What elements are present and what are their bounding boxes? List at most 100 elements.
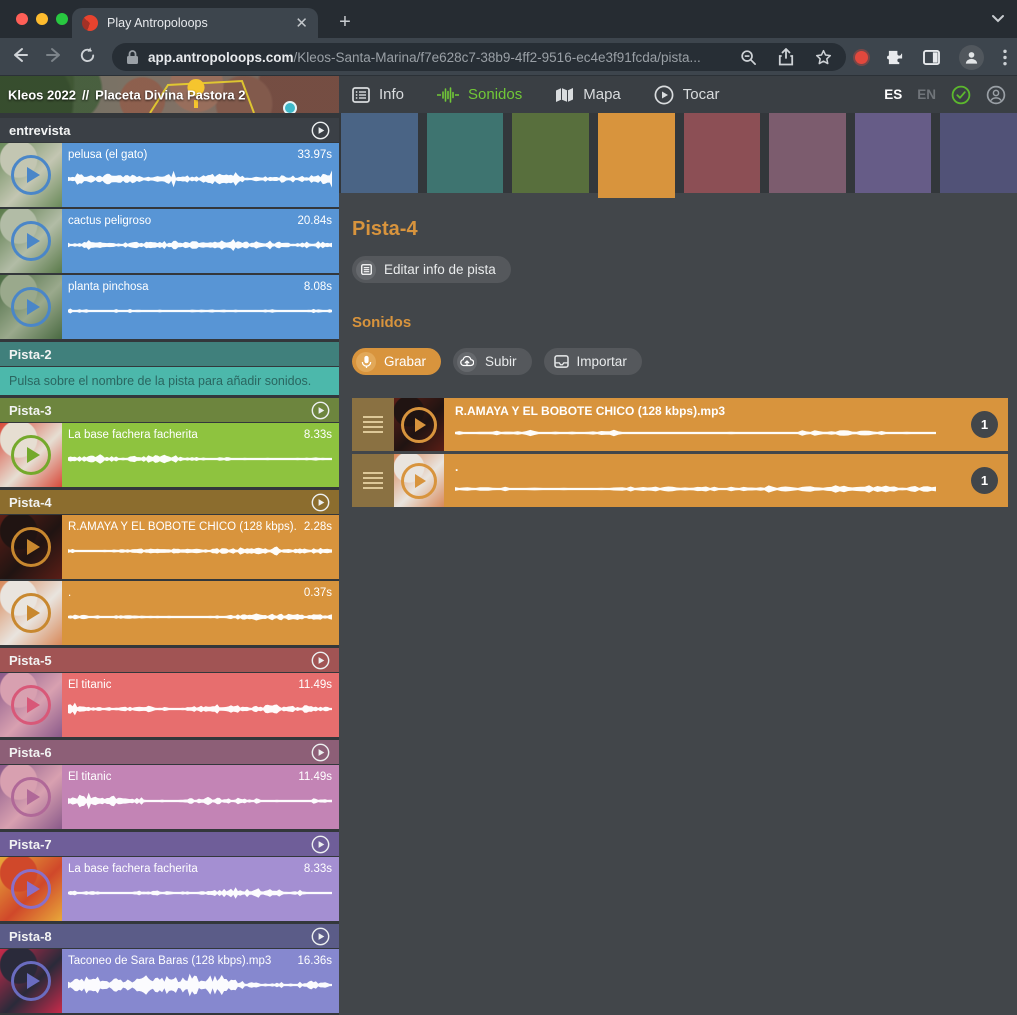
minimize-window-button[interactable]: [36, 13, 48, 25]
project-name[interactable]: Kleos 2022: [8, 87, 76, 102]
track-header[interactable]: entrevista: [0, 118, 339, 142]
add-sounds-hint[interactable]: Pulsa sobre el nombre de la pista para a…: [0, 367, 339, 395]
drag-handle-icon[interactable]: [352, 398, 394, 451]
language-toggle-es[interactable]: ES: [884, 87, 902, 102]
tab-close-icon[interactable]: ✕: [295, 16, 308, 31]
play-circle-icon: [654, 85, 674, 105]
track-header[interactable]: Pista-6: [0, 740, 339, 764]
clip-play-icon[interactable]: [11, 685, 51, 725]
clip-duration: 0.37s: [304, 587, 332, 599]
clip-play-icon[interactable]: [11, 961, 51, 1001]
back-button[interactable]: [10, 45, 30, 65]
grabar-button[interactable]: Grabar: [352, 348, 441, 375]
url-text: app.antropoloops.com/Kleos-Santa-Marina/…: [148, 50, 701, 65]
sound-clip[interactable]: pelusa (el gato)33.97s: [0, 143, 339, 207]
subir-button[interactable]: Subir: [453, 348, 532, 375]
track-color-tab-6[interactable]: [769, 113, 846, 193]
importar-button[interactable]: Importar: [544, 348, 642, 375]
page-title: Pista-4: [352, 218, 1017, 241]
track-color-tab-4[interactable]: [598, 113, 675, 198]
sound-clip[interactable]: .0.37s: [0, 581, 339, 645]
share-icon[interactable]: [778, 48, 794, 66]
language-toggle-en[interactable]: EN: [917, 87, 936, 102]
sound-clip[interactable]: planta pinchosa8.08s: [0, 275, 339, 339]
track-header[interactable]: Pista-7: [0, 832, 339, 856]
maximize-window-button[interactable]: [56, 13, 68, 25]
clip-play-icon[interactable]: [11, 593, 51, 633]
track-header[interactable]: Pista-8: [0, 924, 339, 948]
track-play-button[interactable]: [311, 835, 330, 854]
clip-play-icon[interactable]: [11, 435, 51, 475]
track-play-button[interactable]: [311, 493, 330, 512]
sound-clip[interactable]: La base fachera facherita8.33s: [0, 857, 339, 921]
account-icon[interactable]: [986, 85, 1006, 105]
drag-handle-icon[interactable]: [352, 454, 394, 507]
track-header[interactable]: Pista-5: [0, 648, 339, 672]
reload-button[interactable]: [78, 46, 97, 65]
track-color-tab-8[interactable]: [940, 113, 1017, 193]
sound-clip[interactable]: cactus peligroso20.84s: [0, 209, 339, 273]
edit-track-info-label: Editar info de pista: [384, 262, 496, 277]
sound-actions: Grabar Subir Importar: [352, 348, 1017, 375]
clip-thumbnail: [0, 143, 62, 207]
forward-button[interactable]: [44, 45, 64, 65]
recording-extension-icon[interactable]: [855, 51, 868, 64]
sound-play-icon[interactable]: [401, 407, 437, 443]
track-header[interactable]: Pista-2: [0, 342, 339, 366]
tab-mapa[interactable]: Mapa: [555, 86, 621, 103]
clip-thumbnail: [0, 857, 62, 921]
browser-profile-avatar[interactable]: [959, 45, 984, 70]
track-color-tab-3[interactable]: [512, 113, 589, 193]
sound-play-icon[interactable]: [401, 463, 437, 499]
track-color-tab-7[interactable]: [855, 113, 932, 193]
nav-label: Info: [379, 86, 404, 103]
nav-label: Mapa: [583, 86, 621, 103]
macos-window-controls[interactable]: [16, 13, 68, 25]
close-window-button[interactable]: [16, 13, 28, 25]
tab-tocar[interactable]: Tocar: [654, 85, 720, 105]
track-color-tab-1[interactable]: [341, 113, 418, 193]
track-play-button[interactable]: [311, 121, 330, 140]
track-play-button[interactable]: [311, 743, 330, 762]
clip-play-icon[interactable]: [11, 527, 51, 567]
tab-sonidos[interactable]: Sonidos: [437, 86, 522, 103]
sound-clip[interactable]: R.AMAYA Y EL BOBOTE CHICO (128 kbps)....…: [0, 515, 339, 579]
sound-count-badge: 1: [971, 411, 998, 438]
tab-search-chevron-icon[interactable]: [991, 13, 1005, 25]
sound-clip[interactable]: La base fachera facherita8.33s: [0, 423, 339, 487]
clip-play-icon[interactable]: [11, 221, 51, 261]
clip-waveform: [68, 538, 332, 564]
sound-clip[interactable]: El titanic11.49s: [0, 765, 339, 829]
browser-menu-icon[interactable]: [1003, 49, 1007, 66]
track-play-button[interactable]: [311, 651, 330, 670]
track-play-button[interactable]: [311, 927, 330, 946]
sound-clip[interactable]: Taconeo de Sara Baras (128 kbps).mp316.3…: [0, 949, 339, 1013]
clip-play-icon[interactable]: [11, 777, 51, 817]
clip-play-icon[interactable]: [11, 287, 51, 327]
browser-tab[interactable]: Play Antropoloops ✕: [72, 8, 318, 38]
sound-row[interactable]: R.AMAYA Y EL BOBOTE CHICO (128 kbps).mp3…: [352, 398, 1008, 451]
clip-play-icon[interactable]: [11, 869, 51, 909]
track-color-tab-2[interactable]: [427, 113, 504, 193]
track-play-button[interactable]: [311, 401, 330, 420]
track-header[interactable]: Pista-4: [0, 490, 339, 514]
clip-waveform: [68, 604, 332, 630]
clip-title: pelusa (el gato): [68, 149, 147, 161]
edit-track-info-button[interactable]: Editar info de pista: [352, 256, 511, 283]
new-tab-button[interactable]: +: [332, 9, 358, 35]
track-color-tab-5[interactable]: [684, 113, 761, 193]
sound-clip[interactable]: El titanic11.49s: [0, 673, 339, 737]
zoom-out-icon[interactable]: [740, 49, 757, 66]
extensions-puzzle-icon[interactable]: [887, 49, 904, 66]
side-panel-icon[interactable]: [923, 50, 940, 65]
address-bar[interactable]: app.antropoloops.com/Kleos-Santa-Marina/…: [112, 43, 846, 71]
clip-play-icon[interactable]: [11, 155, 51, 195]
app-navigation: Info Sonidos Mapa Tocar: [352, 76, 719, 113]
bookmark-star-icon[interactable]: [815, 49, 832, 66]
track-header[interactable]: Pista-3: [0, 398, 339, 422]
check-circle-icon[interactable]: [951, 85, 971, 105]
sound-row[interactable]: .1: [352, 454, 1008, 507]
tab-info[interactable]: Info: [352, 86, 404, 103]
project-cover-photo[interactable]: Kleos 2022//Placeta Divina Pastora 2: [0, 76, 339, 113]
track-name: Pista-2: [9, 347, 52, 362]
